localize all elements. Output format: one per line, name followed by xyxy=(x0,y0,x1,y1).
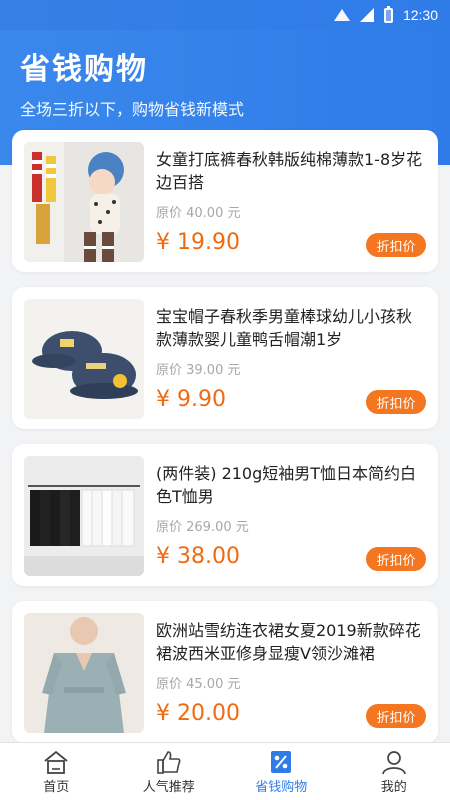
product-image[interactable] xyxy=(24,456,144,576)
tab-label: 人气推荐 xyxy=(142,780,195,795)
discount-badge[interactable]: 折扣价 xyxy=(366,390,426,414)
product-card[interactable]: 女童打底裤春秋韩版纯棉薄款1-8岁花边百搭 原价 40.00 元 ¥ 19.90… xyxy=(12,130,438,272)
signal-icon xyxy=(359,8,374,22)
status-bar: 12:30 xyxy=(0,0,450,30)
wifi-icon xyxy=(333,9,350,21)
original-price: 原价 40.00 元 xyxy=(156,206,241,221)
battery-icon xyxy=(383,5,393,23)
status-time: 12:30 xyxy=(402,7,438,23)
product-image[interactable] xyxy=(24,299,144,419)
page-title: 省钱购物 xyxy=(20,52,148,87)
product-card[interactable]: 宝宝帽子春秋季男童棒球幼儿小孩秋款薄款婴儿童鸭舌帽潮1岁 原价 39.00 元 … xyxy=(12,287,438,429)
product-title[interactable]: 宝宝帽子春秋季男童棒球幼儿小孩秋款薄款婴儿童鸭舌帽潮1岁 xyxy=(156,305,426,351)
original-price: 原价 45.00 元 xyxy=(156,677,241,692)
product-image[interactable] xyxy=(24,613,144,733)
original-price: 原价 39.00 元 xyxy=(156,363,241,378)
discount-icon xyxy=(267,748,295,776)
tab-mine[interactable]: 我的 xyxy=(338,743,450,800)
tab-home[interactable]: 首页 xyxy=(0,743,113,800)
tab-save-shopping[interactable]: 省钱购物 xyxy=(225,743,338,800)
tab-popular[interactable]: 人气推荐 xyxy=(113,743,226,800)
product-image[interactable] xyxy=(24,142,144,262)
product-title[interactable]: 女童打底裤春秋韩版纯棉薄款1-8岁花边百搭 xyxy=(156,148,426,194)
thumbs-up-icon xyxy=(155,748,183,776)
discount-badge[interactable]: 折扣价 xyxy=(366,547,426,571)
product-list: 女童打底裤春秋韩版纯棉薄款1-8岁花边百搭 原价 40.00 元 ¥ 19.90… xyxy=(12,130,438,758)
discount-badge[interactable]: 折扣价 xyxy=(366,704,426,728)
user-icon xyxy=(380,748,408,776)
product-title[interactable]: (两件装) 210g短袖男T恤日本简约白色T恤男 xyxy=(156,462,426,508)
tab-label: 省钱购物 xyxy=(255,780,308,795)
page-subtitle: 全场三折以下，购物省钱新模式 xyxy=(20,100,245,119)
home-icon xyxy=(42,748,70,776)
discount-price: ¥ 20.00 xyxy=(156,701,240,726)
discount-badge[interactable]: 折扣价 xyxy=(366,233,426,257)
discount-price: ¥ 38.00 xyxy=(156,544,240,569)
tab-label: 首页 xyxy=(43,780,70,795)
product-card[interactable]: (两件装) 210g短袖男T恤日本简约白色T恤男 原价 269.00 元 ¥ 3… xyxy=(12,444,438,586)
discount-price: ¥ 19.90 xyxy=(156,230,240,255)
original-price: 原价 269.00 元 xyxy=(156,520,249,535)
product-card[interactable]: 欧洲站雪纺连衣裙女夏2019新款碎花裙波西米亚修身显瘦V领沙滩裙 原价 45.0… xyxy=(12,601,438,743)
discount-price: ¥ 9.90 xyxy=(156,387,226,412)
product-title[interactable]: 欧洲站雪纺连衣裙女夏2019新款碎花裙波西米亚修身显瘦V领沙滩裙 xyxy=(156,619,426,665)
bottom-tab-bar: 首页 人气推荐 省钱购物 我的 xyxy=(0,742,450,800)
tab-label: 我的 xyxy=(380,780,407,795)
